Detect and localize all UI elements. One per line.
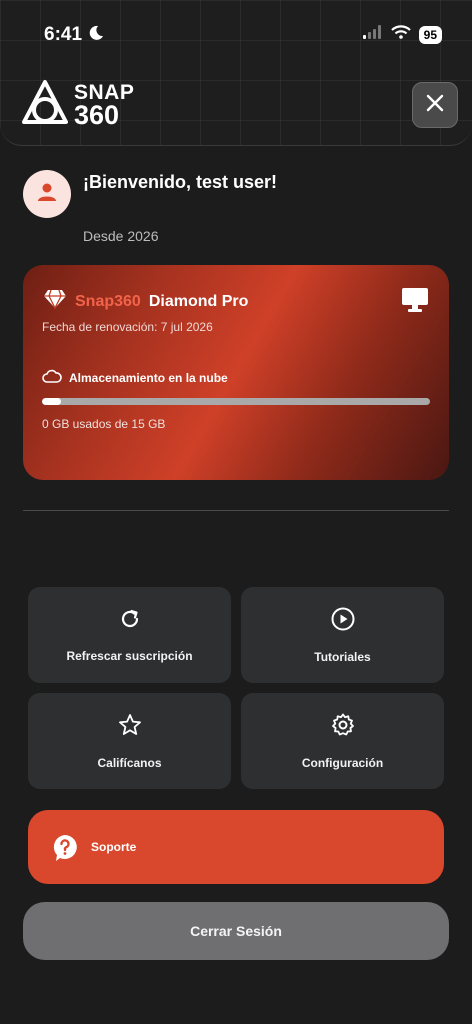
storage-progress-fill: [42, 398, 62, 405]
help-bubble-icon: [52, 834, 78, 867]
user-icon: [36, 181, 58, 208]
renewal-date: Fecha de renovación: 7 jul 2026: [42, 320, 213, 334]
logo-icon: [20, 78, 70, 133]
storage-label: Almacenamiento en la nube: [69, 370, 228, 385]
tutorials-label: Tutoriales: [314, 649, 371, 664]
welcome-text: ¡Bienvenido, test user!: [83, 172, 278, 192]
monitor-icon: [401, 287, 429, 318]
storage-header: Almacenamiento en la nube: [42, 369, 228, 386]
star-icon: [118, 713, 142, 742]
gear-icon: [331, 713, 355, 742]
plan-brand: Snap360: [75, 292, 141, 310]
refresh-subscription-button[interactable]: Refrescar suscripción: [28, 587, 231, 683]
app-header: 6:41 95 SNAP 360: [0, 0, 472, 146]
close-button[interactable]: [412, 82, 458, 128]
close-icon: [426, 94, 444, 117]
subscription-card: Snap360 Diamond Pro Fecha de renovación:…: [23, 265, 449, 480]
avatar: [23, 170, 71, 218]
plan-name: Diamond Pro: [148, 292, 249, 310]
support-label: Soporte: [91, 840, 137, 854]
refresh-label: Refrescar suscripción: [66, 648, 193, 663]
status-icons: 95: [362, 25, 442, 44]
member-since: Desde 2026: [83, 228, 159, 244]
section-divider: [23, 510, 449, 511]
app-logo: SNAP 360: [20, 78, 134, 133]
settings-label: Configuración: [301, 755, 384, 770]
plan-title: Snap360 Diamond Pro: [43, 289, 248, 314]
tutorials-button[interactable]: Tutoriales: [241, 587, 444, 683]
moon-icon: [88, 25, 104, 46]
logout-button[interactable]: Cerrar Sesión: [23, 902, 449, 960]
wifi-icon: [390, 25, 411, 44]
settings-button[interactable]: Configuración: [241, 693, 444, 789]
status-time: 6:41: [44, 24, 83, 45]
refresh-icon: [119, 608, 141, 635]
logout-label: Cerrar Sesión: [190, 923, 282, 939]
logo-text-360: 360: [74, 99, 120, 130]
rate-label: Califícanos: [97, 755, 162, 770]
battery-indicator: 95: [418, 25, 442, 44]
storage-usage: 0 GB usados de 15 GB: [42, 417, 166, 431]
rate-us-button[interactable]: Califícanos: [28, 693, 231, 789]
storage-progress-bar: [42, 398, 430, 405]
support-button[interactable]: Soporte: [28, 810, 444, 884]
play-icon: [331, 607, 355, 636]
signal-icon: [362, 25, 383, 44]
diamond-icon: [43, 289, 67, 314]
cloud-icon: [42, 369, 62, 386]
